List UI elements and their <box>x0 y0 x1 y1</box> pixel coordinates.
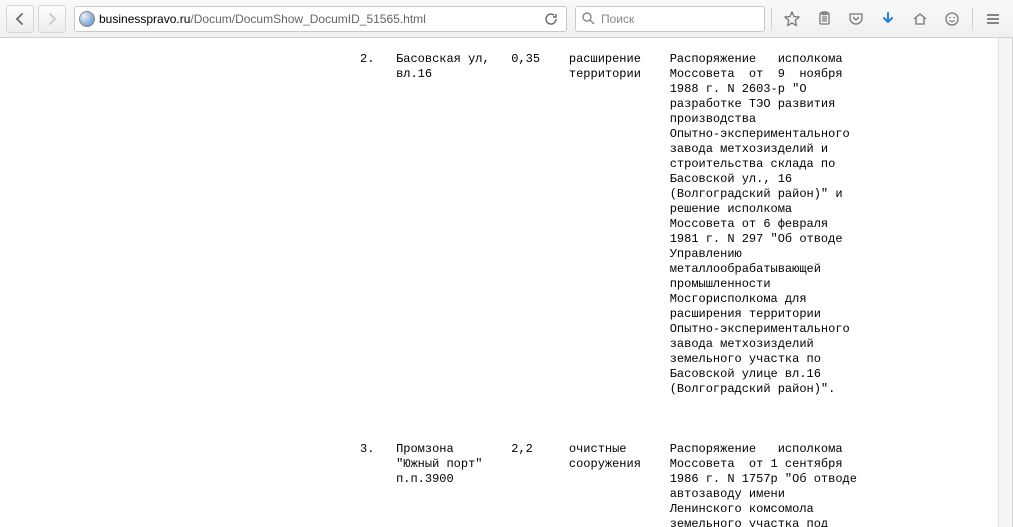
reload-button[interactable] <box>540 8 562 30</box>
smiley-icon <box>944 11 960 27</box>
star-icon <box>784 11 800 27</box>
home-icon <box>912 11 928 27</box>
browser-toolbar: businesspravo.ru/Docum/DocumShow_DocumID… <box>0 0 1013 38</box>
download-arrow-icon <box>880 11 896 27</box>
search-bar[interactable]: Поиск <box>575 6 765 32</box>
home-button[interactable] <box>906 5 934 33</box>
pocket-icon <box>848 11 864 27</box>
arrow-left-icon <box>13 12 27 26</box>
url-text: businesspravo.ru/Docum/DocumShow_DocumID… <box>99 12 536 26</box>
arrow-right-icon <box>45 12 59 26</box>
chat-button[interactable] <box>938 5 966 33</box>
search-icon <box>582 12 595 25</box>
hamburger-icon <box>985 11 1001 27</box>
reload-icon <box>544 12 558 26</box>
document-text: 2. Басовская ул, 0,35 расширение Распоря… <box>0 38 1012 527</box>
page-content: 2. Басовская ул, 0,35 расширение Распоря… <box>0 38 1013 527</box>
reading-list-button[interactable] <box>810 5 838 33</box>
forward-button[interactable] <box>38 5 66 33</box>
clipboard-icon <box>817 11 832 26</box>
url-bar[interactable]: businesspravo.ru/Docum/DocumShow_DocumID… <box>74 6 567 32</box>
toolbar-separator <box>771 8 772 30</box>
downloads-button[interactable] <box>874 5 902 33</box>
toolbar-separator <box>972 8 973 30</box>
bookmark-star-button[interactable] <box>778 5 806 33</box>
search-placeholder: Поиск <box>601 12 634 26</box>
back-button[interactable] <box>6 5 34 33</box>
pocket-button[interactable] <box>842 5 870 33</box>
globe-icon <box>79 11 95 27</box>
vertical-scrollbar[interactable] <box>998 38 1012 527</box>
menu-button[interactable] <box>979 5 1007 33</box>
